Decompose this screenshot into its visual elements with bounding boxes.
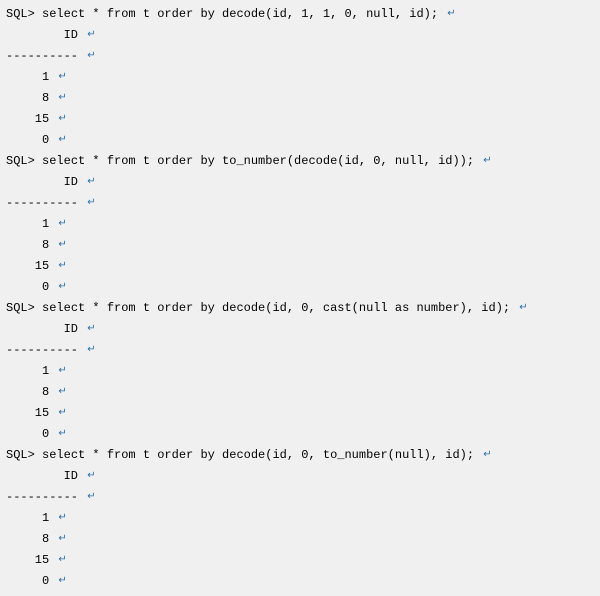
query-line: SQL> select * from t order by to_number(… <box>6 151 481 172</box>
column-header: ID <box>6 25 78 46</box>
result-divider: ---------- <box>6 487 85 508</box>
result-row: 1 ↵ <box>6 361 594 382</box>
query-line: SQL> select * from t order by decode(id,… <box>6 4 445 25</box>
result-row: 15 ↵ <box>6 550 594 571</box>
result-row: 15 ↵ <box>6 403 594 424</box>
sql-prompt: SQL> <box>6 448 35 462</box>
result-divider-line: ---------- ↵ <box>6 340 594 361</box>
line-break-marker: ↵ <box>58 255 66 276</box>
result-row: 15 ↵ <box>6 109 594 130</box>
line-break-marker: ↵ <box>87 339 95 360</box>
line-break-marker: ↵ <box>58 360 66 381</box>
line-break-marker: ↵ <box>87 192 95 213</box>
line-break-marker: ↵ <box>58 381 66 402</box>
result-row: 15 ↵ <box>6 256 594 277</box>
line-break-marker: ↵ <box>58 402 66 423</box>
sql-prompt: SQL> <box>6 154 35 168</box>
result-header-line: ID ↵ <box>6 25 594 46</box>
query-text: select * from t order by decode(id, 1, 1… <box>42 7 438 21</box>
result-value: 1 <box>6 361 49 382</box>
line-break-marker: ↵ <box>58 129 66 150</box>
terminal-output: SQL> select * from t order by decode(id,… <box>0 0 600 596</box>
result-row: 8 ↵ <box>6 382 594 403</box>
sql-command-line: SQL> select * from t order by decode(id,… <box>6 445 594 466</box>
line-break-marker: ↵ <box>87 486 95 507</box>
query-text: select * from t order by to_number(decod… <box>42 154 474 168</box>
line-break-marker: ↵ <box>58 549 66 570</box>
line-break-marker: ↵ <box>58 213 66 234</box>
sql-prompt: SQL> <box>6 7 35 21</box>
line-break-marker: ↵ <box>483 444 491 465</box>
sql-command-line: SQL> select * from t order by to_number(… <box>6 151 594 172</box>
result-row: 0 ↵ <box>6 424 594 445</box>
query-line: SQL> select * from t order by decode(id,… <box>6 298 517 319</box>
line-break-marker: ↵ <box>87 45 95 66</box>
sql-command-line: SQL> select * from t order by decode(id,… <box>6 298 594 319</box>
result-header-line: ID ↵ <box>6 319 594 340</box>
column-header: ID <box>6 319 78 340</box>
line-break-marker: ↵ <box>58 108 66 129</box>
result-value: 15 <box>6 256 49 277</box>
result-row: 0 ↵ <box>6 277 594 298</box>
result-value: 8 <box>6 88 49 109</box>
line-break-marker: ↵ <box>483 150 491 171</box>
result-divider-line: ---------- ↵ <box>6 487 594 508</box>
result-row: 0 ↵ <box>6 130 594 151</box>
result-value: 0 <box>6 277 49 298</box>
result-row: 1 ↵ <box>6 508 594 529</box>
line-break-marker: ↵ <box>87 465 95 486</box>
column-header: ID <box>6 466 78 487</box>
result-value: 8 <box>6 382 49 403</box>
sql-prompt: SQL> <box>6 301 35 315</box>
result-divider: ---------- <box>6 340 85 361</box>
result-row: 1 ↵ <box>6 67 594 88</box>
result-value: 0 <box>6 424 49 445</box>
result-value: 1 <box>6 508 49 529</box>
result-value: 1 <box>6 214 49 235</box>
line-break-marker: ↵ <box>58 276 66 297</box>
line-break-marker: ↵ <box>58 423 66 444</box>
result-divider-line: ---------- ↵ <box>6 193 594 214</box>
result-row: 0 ↵ <box>6 571 594 592</box>
result-header-line: ID ↵ <box>6 172 594 193</box>
query-text: select * from t order by decode(id, 0, t… <box>42 448 474 462</box>
line-break-marker: ↵ <box>87 24 95 45</box>
column-header: ID <box>6 172 78 193</box>
result-value: 15 <box>6 550 49 571</box>
line-break-marker: ↵ <box>58 528 66 549</box>
result-divider: ---------- <box>6 46 85 67</box>
result-value: 15 <box>6 403 49 424</box>
line-break-marker: ↵ <box>447 3 455 24</box>
result-value: 8 <box>6 529 49 550</box>
line-break-marker: ↵ <box>519 297 527 318</box>
line-break-marker: ↵ <box>87 171 95 192</box>
query-text: select * from t order by decode(id, 0, c… <box>42 301 510 315</box>
line-break-marker: ↵ <box>58 66 66 87</box>
result-value: 0 <box>6 130 49 151</box>
result-value: 8 <box>6 235 49 256</box>
line-break-marker: ↵ <box>58 570 66 591</box>
line-break-marker: ↵ <box>87 318 95 339</box>
result-row: 1 ↵ <box>6 214 594 235</box>
result-divider-line: ---------- ↵ <box>6 46 594 67</box>
result-row: 8 ↵ <box>6 529 594 550</box>
result-value: 0 <box>6 571 49 592</box>
result-value: 15 <box>6 109 49 130</box>
result-header-line: ID ↵ <box>6 466 594 487</box>
line-break-marker: ↵ <box>58 507 66 528</box>
result-row: 8 ↵ <box>6 235 594 256</box>
result-row: 8 ↵ <box>6 88 594 109</box>
result-divider: ---------- <box>6 193 85 214</box>
result-value: 1 <box>6 67 49 88</box>
sql-command-line: SQL> select * from t order by decode(id,… <box>6 4 594 25</box>
query-line: SQL> select * from t order by decode(id,… <box>6 445 481 466</box>
line-break-marker: ↵ <box>58 87 66 108</box>
line-break-marker: ↵ <box>58 234 66 255</box>
